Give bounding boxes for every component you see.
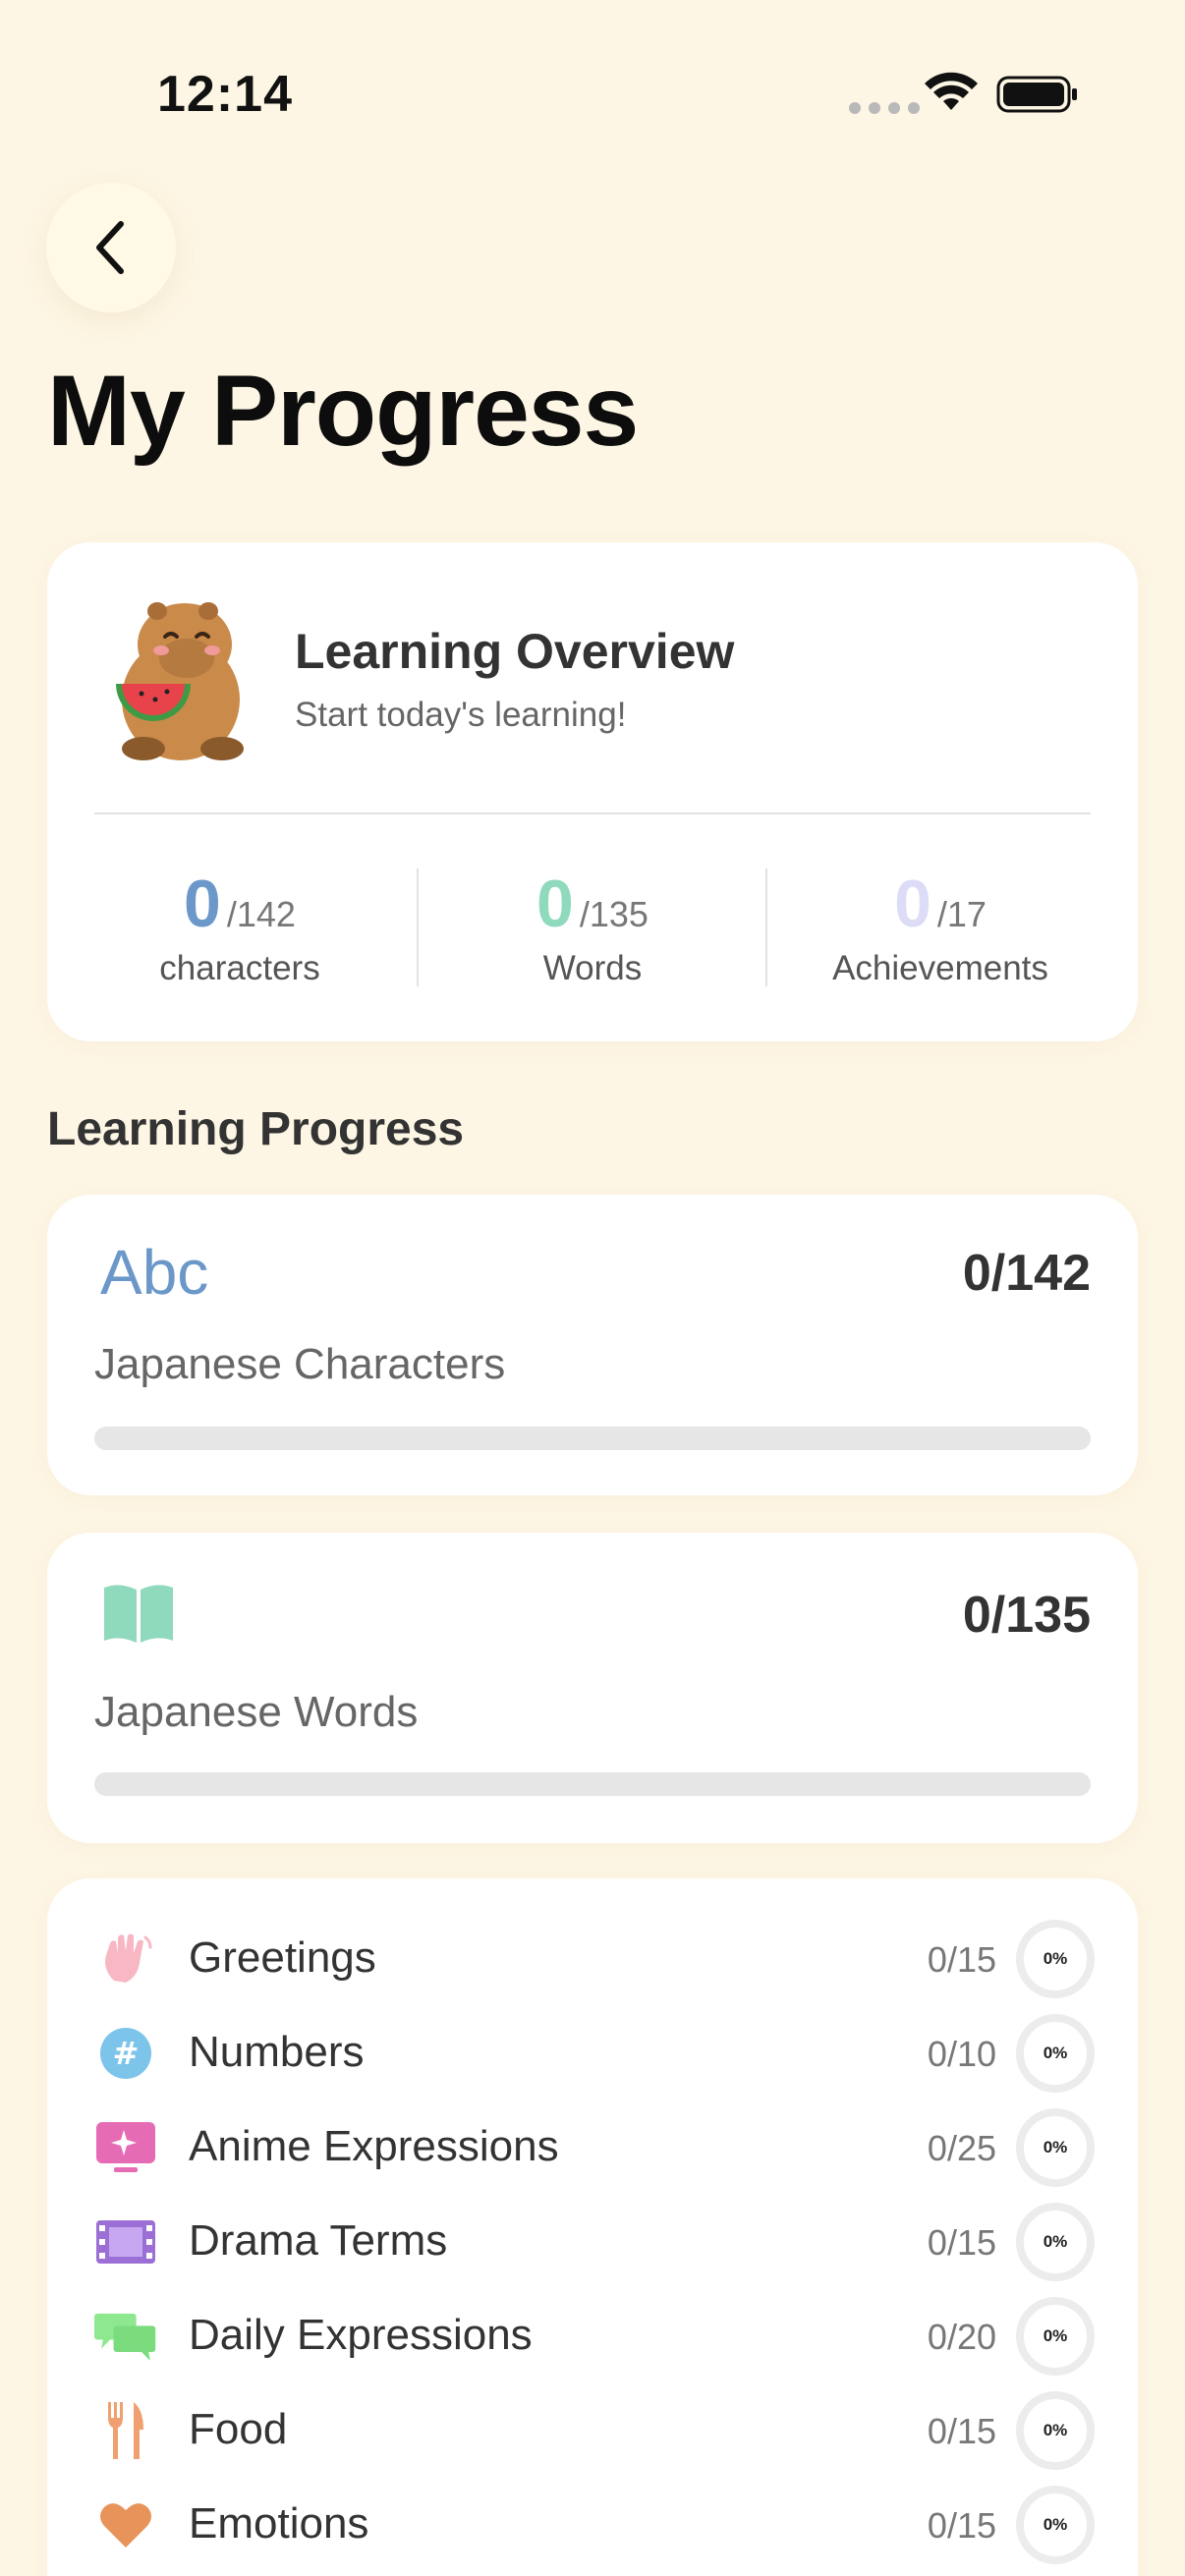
category-list-card: Greetings 0/15 0% # Numbers 0/10 0% Anim… [47, 1878, 1138, 2576]
category-row-food[interactable]: Food 0/15 0% [47, 2383, 1138, 2478]
chat-bubbles-icon [94, 2305, 157, 2368]
category-label: Daily Expressions [189, 2311, 533, 2359]
stat-words-value: 0 [536, 867, 574, 941]
category-count: 0/10 [927, 2034, 996, 2074]
category-count: 0/15 [927, 2222, 996, 2263]
category-label: Greetings [189, 1933, 376, 1982]
words-title: Japanese Words [94, 1688, 419, 1736]
stat-characters-value: 0 [184, 867, 221, 941]
category-percent: 0% [1043, 2421, 1068, 2439]
category-count: 0/15 [927, 2411, 996, 2451]
stat-characters: 0 /142 characters [67, 867, 413, 988]
category-percent: 0% [1043, 2044, 1068, 2062]
category-label: Anime Expressions [189, 2122, 559, 2170]
category-percent: 0% [1043, 2232, 1068, 2251]
stat-words-total: /135 [579, 894, 649, 934]
words-count: 0/135 [962, 1587, 1091, 1644]
battery-icon [996, 76, 1077, 113]
overview-divider [94, 812, 1091, 814]
progress-ring: 0% [1016, 2391, 1095, 2470]
category-count: 0/15 [927, 2505, 996, 2546]
characters-progress-bar [94, 1427, 1091, 1450]
category-label: Food [189, 2405, 288, 2453]
category-percent: 0% [1043, 1949, 1068, 1968]
capybara-mascot-icon [116, 602, 244, 760]
category-row-anime-expressions[interactable]: Anime Expressions 0/25 0% [47, 2100, 1138, 2195]
book-icon [104, 1585, 173, 1643]
status-time: 12:14 [157, 66, 293, 123]
stat-characters-total: /142 [226, 894, 296, 934]
progress-ring: 0% [1016, 2108, 1095, 2187]
progress-ring: 0% [1016, 2203, 1095, 2281]
stat-achievements: 0 /17 Achievements [767, 867, 1113, 988]
overview-subtitle: Start today's learning! [295, 696, 627, 734]
stat-achievements-total: /17 [936, 894, 987, 934]
stat-characters-label: characters [159, 949, 320, 987]
heart-icon [94, 2493, 157, 2556]
film-icon [94, 2211, 157, 2273]
stat-achievements-value: 0 [894, 867, 931, 941]
category-count: 0/25 [927, 2128, 996, 2168]
japanese-characters-card[interactable]: Abc 0/142 Japanese Characters [47, 1195, 1138, 1495]
wifi-icon [925, 72, 978, 110]
category-row-numbers[interactable]: # Numbers 0/10 0% [47, 2006, 1138, 2100]
page-title: My Progress [47, 355, 639, 467]
category-row-greetings[interactable]: Greetings 0/15 0% [47, 1912, 1138, 2006]
fork-knife-icon [94, 2399, 157, 2462]
sparkle-screen-icon [94, 2116, 157, 2179]
stat-words: 0 /135 Words [420, 867, 765, 988]
learning-overview-card: Learning Overview Start today's learning… [47, 542, 1138, 1041]
category-label: Emotions [189, 2499, 369, 2548]
category-row-daily-expressions[interactable]: Daily Expressions 0/20 0% [47, 2289, 1138, 2383]
characters-count: 0/142 [962, 1245, 1091, 1302]
progress-ring: 0% [1016, 2297, 1095, 2376]
category-label: Drama Terms [189, 2216, 448, 2265]
category-row-drama-terms[interactable]: Drama Terms 0/15 0% [47, 2195, 1138, 2289]
status-bar: 12:14 [0, 0, 1185, 196]
progress-ring: 0% [1016, 2486, 1095, 2564]
category-percent: 0% [1043, 2138, 1068, 2156]
progress-ring: 0% [1016, 1920, 1095, 1998]
stat-words-label: Words [542, 949, 643, 987]
progress-ring: 0% [1016, 2014, 1095, 2093]
category-count: 0/15 [927, 1939, 996, 1980]
chevron-left-icon [96, 221, 124, 274]
svg-text:#: # [113, 2035, 140, 2072]
category-row-emotions[interactable]: Emotions 0/15 0% [47, 2478, 1138, 2572]
learning-progress-heading: Learning Progress [47, 1103, 465, 1155]
category-percent: 0% [1043, 2515, 1068, 2534]
cellular-signal-icon [849, 102, 920, 114]
overview-title: Learning Overview [295, 624, 735, 679]
stat-separator [417, 868, 419, 986]
japanese-words-card[interactable]: 0/135 Japanese Words [47, 1533, 1138, 1843]
back-button[interactable] [46, 183, 176, 312]
stat-achievements-label: Achievements [832, 949, 1048, 987]
category-count: 0/20 [927, 2317, 996, 2357]
category-label: Numbers [189, 2028, 365, 2076]
waving-hand-icon [94, 1928, 157, 1990]
hash-icon: # [94, 2022, 157, 2085]
characters-title: Japanese Characters [94, 1340, 506, 1388]
abc-icon: Abc [100, 1237, 209, 1308]
category-percent: 0% [1043, 2326, 1068, 2345]
words-progress-bar [94, 1772, 1091, 1796]
